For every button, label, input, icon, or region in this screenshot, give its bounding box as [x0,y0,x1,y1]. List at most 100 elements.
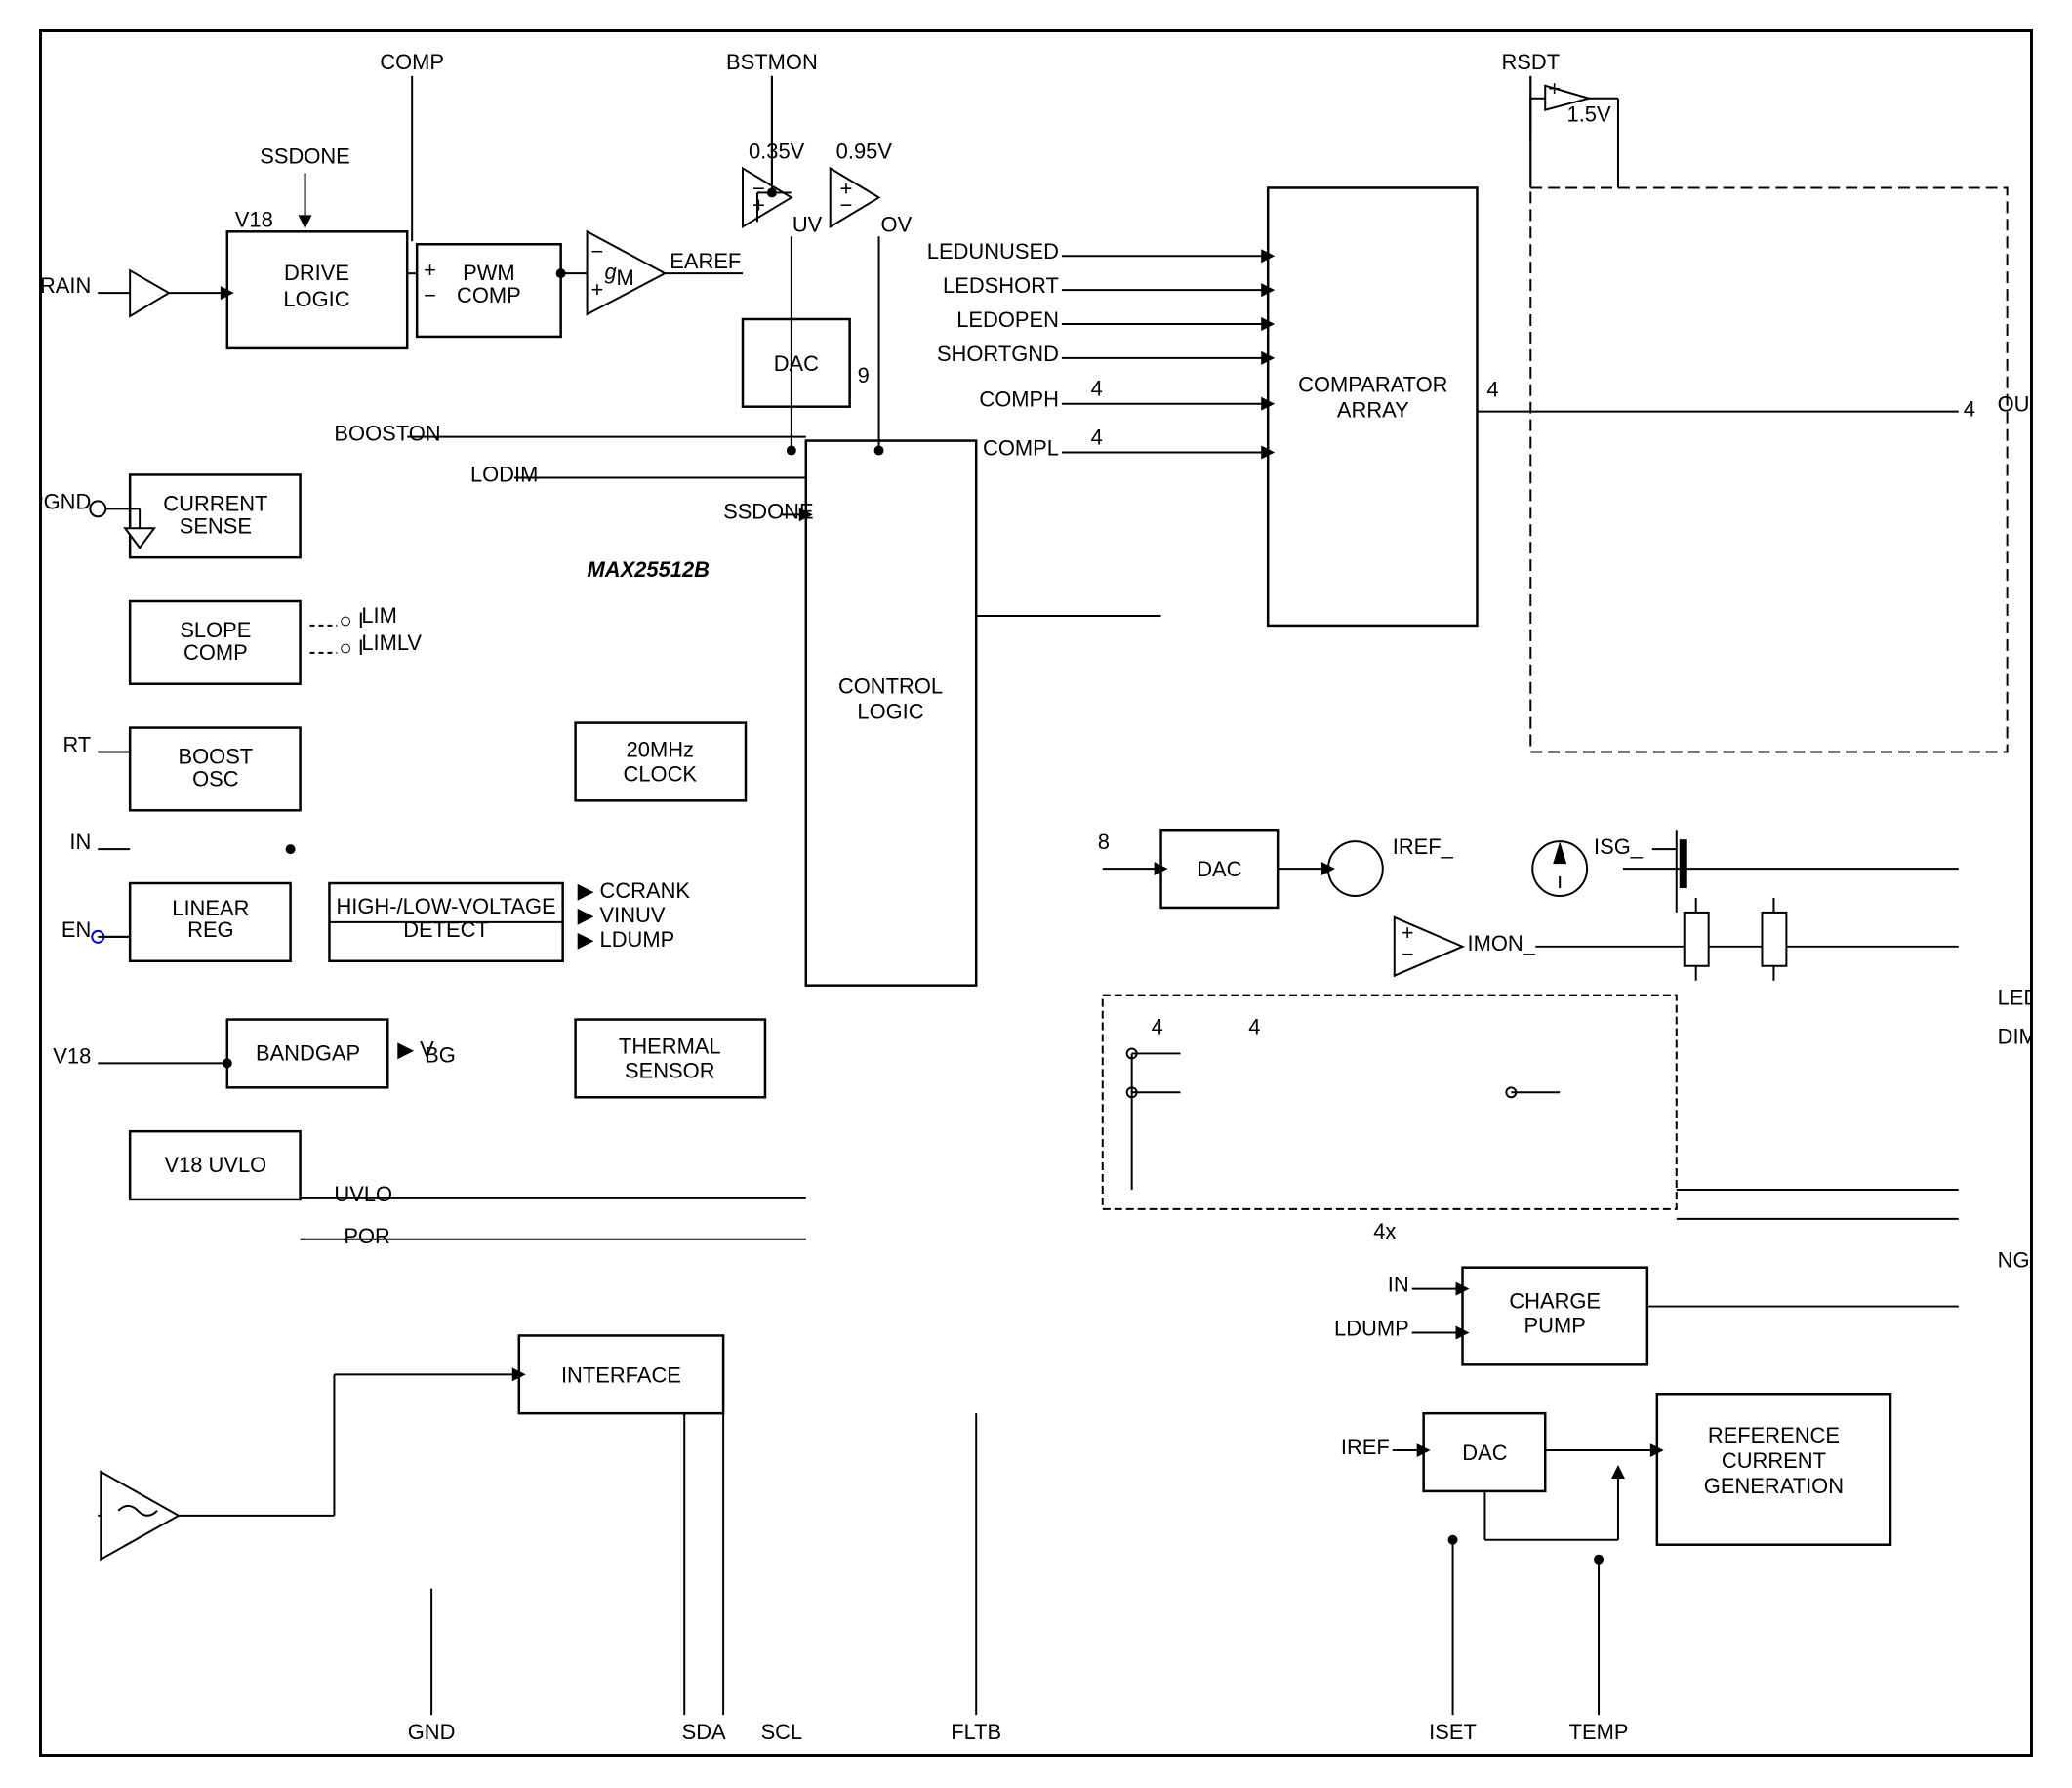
sw-4-right: 4 [1248,1015,1260,1039]
pwm-plus: + [424,258,436,282]
ilimlv-sub: LIMLV [361,630,422,655]
ilim-label: ○ I [339,608,363,632]
ilim-sub: LIM [361,603,397,628]
vbg-sub: BG [425,1042,456,1067]
rcg-label1: REFERENCE [1708,1423,1840,1447]
ldump-label: ▶ LDUMP [578,927,675,952]
cp-ldump-label: LDUMP [1334,1316,1409,1340]
sc-label2: COMP [183,640,248,665]
r1-rect [1685,913,1709,966]
pin-ledgnd-label: LEDGND [1998,986,2030,1010]
clock-label2: CLOCK [624,761,698,786]
main-diagram: COMP BSTMON RSDT GND SDA SCL FLTB ISET T… [39,29,2033,1757]
compl-label: COMPL [983,436,1059,461]
pin-in-label: IN [69,830,91,854]
four-x-label: 4x [1373,1219,1396,1243]
cp-in-label: IN [1388,1273,1409,1297]
isg-label: ISG_ [1594,834,1644,859]
hvlv-label1: HIGH-/LOW-VOLTAGE [336,894,555,918]
pin-bstmon-label: BSTMON [726,50,818,74]
ov-minus: − [840,192,853,217]
gm-plus: + [591,277,604,302]
v18uvlo-label: V18 UVLO [164,1153,266,1177]
clock-label1: 20MHz [627,737,694,761]
lodim-label: LODIM [470,462,538,486]
v18-drive-label: V18 [235,207,273,231]
imon-label: IMON_ [1467,931,1535,955]
ca-label2: ARRAY [1337,398,1409,423]
pin-gnd-label: GND [408,1720,456,1744]
bosc-label2: OSC [192,766,238,791]
chip-name: MAX25512B [588,557,710,582]
uv-cl-dot [787,446,796,456]
interface-label: INTERFACE [561,1362,681,1387]
dot1 [556,268,566,278]
ref-plus: + [1548,76,1561,101]
ca-label1: COMPARATOR [1298,373,1447,397]
bstmon-dot [767,187,777,197]
ref-1v5: 1.5V [1567,102,1611,127]
iset-dot [1448,1535,1458,1545]
in-dot [286,844,296,854]
thermal-label1: THERMAL [619,1034,721,1058]
out-4-near: 4 [1486,378,1498,402]
sc-label1: SLOPE [180,618,251,642]
uv-plus: + [752,192,765,217]
pin-fltb-label: FLTB [951,1720,1001,1744]
dac-9-label: 9 [858,363,870,387]
ssdone-top-label: SSDONE [260,144,350,169]
imon-minus: − [1402,942,1414,966]
ledunused-label: LEDUNUSED [927,239,1059,264]
drive-logic-label2: LOGIC [283,287,349,311]
current-mirror-box [1103,996,1677,1209]
comph-label: COMPH [979,387,1059,412]
pin-temp-label: TEMP [1569,1720,1629,1744]
rcg-label3: GENERATION [1704,1474,1844,1498]
schmitt-sym [101,1472,179,1560]
pin-comp-label: COMP [380,50,444,74]
pwm-minus: − [424,283,436,307]
sw-4-left: 4 [1152,1015,1163,1039]
drive-logic-label1: DRIVE [284,261,349,285]
iref-out-label: IREF_ [1393,834,1454,859]
cp-label2: PUMP [1524,1313,1586,1337]
temp-dot [1594,1555,1604,1564]
ccrank-label: ▶ CCRANK [578,878,691,903]
ov-cl-dot [874,446,884,456]
ssdone-arrow [299,215,312,228]
ov-comp [831,169,879,227]
pin-rt-label: RT [62,732,91,756]
ov-label: OV [881,212,913,236]
pin-out-label: OUT_ [1998,392,2030,417]
mosfet-sym [130,270,169,316]
pwm-comp-label2: COMP [457,283,521,307]
dac-8-label: 8 [1098,830,1110,854]
pin-dim-label: DIM [1998,1024,2030,1048]
pin-sda-label: SDA [682,1720,726,1744]
cs-label2: SENSE [180,513,252,538]
zero95v-label: 0.95V [836,140,893,164]
compl-4-num: 4 [1091,426,1103,450]
thermal-label2: SENSOR [625,1058,715,1082]
uvlo-label: UVLO [334,1182,392,1206]
pin-en-label: EN [61,917,91,942]
pin-ngate-label: NGATE [1998,1248,2030,1273]
zero35v-label: 0.35V [749,140,805,164]
cs-label1: CURRENT [163,491,267,515]
bandgap-label: BANDGAP [256,1040,360,1065]
r2-rect [1762,913,1786,966]
rsdt-box [1530,187,2007,752]
cp-label1: CHARGE [1509,1289,1601,1314]
dac-r2-label: DAC [1197,857,1241,881]
gm-sub: M [616,265,633,290]
iref-up-arrow [1611,1465,1625,1479]
pin-v18-label: V18 [53,1043,91,1068]
ledshort-label: LEDSHORT [943,273,1059,298]
linreg-label2: REG [187,917,233,942]
pin-drain-label: DRAIN [42,273,91,298]
cl-label2: LOGIC [857,700,923,724]
pin-rsdt-label: RSDT [1501,50,1560,74]
cl-label1: CONTROL [838,674,943,699]
dac-mid-label: DAC [774,351,819,376]
iref-label: IREF [1341,1435,1390,1459]
